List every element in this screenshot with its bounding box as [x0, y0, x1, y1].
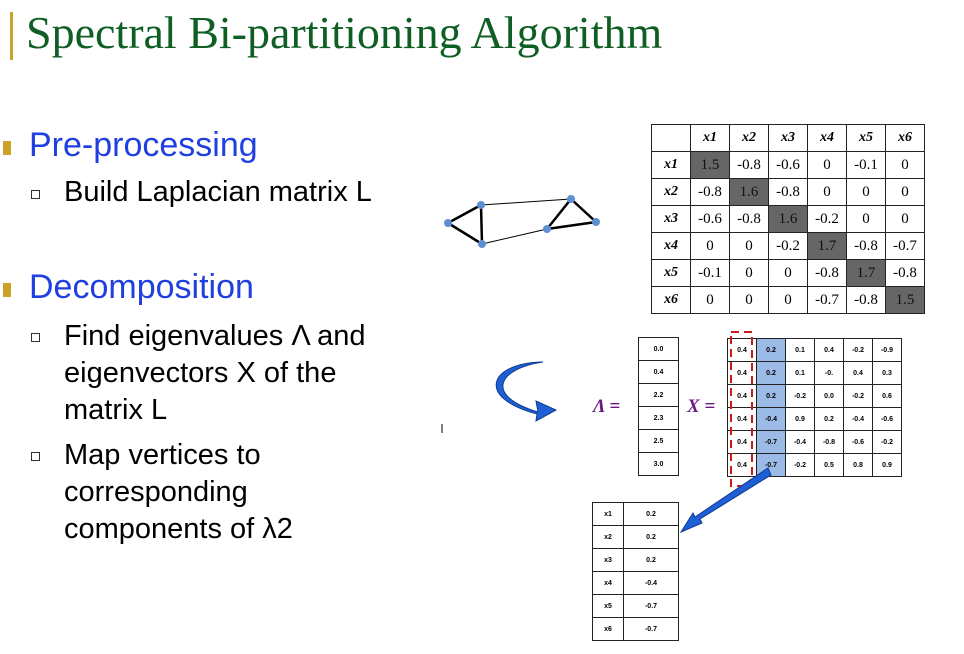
graph-edge [479, 204, 484, 245]
graph-vertex [478, 240, 486, 248]
graph-edge [480, 198, 572, 206]
graph-edge [447, 221, 483, 246]
first-eigenvector-highlight [730, 331, 753, 487]
graph-vertex [592, 218, 600, 226]
curved-arrow-icon [495, 361, 558, 422]
graph-vertex [444, 219, 452, 227]
graph-edge [570, 198, 597, 223]
graph-edge [447, 203, 482, 225]
graph-vertex [567, 195, 575, 203]
diagram-overlay [441, 195, 772, 534]
graph-diagram [444, 195, 600, 248]
graph-edge [546, 198, 572, 230]
graph-vertex [543, 225, 551, 233]
graph-edge [481, 228, 548, 245]
graph-vertex [477, 201, 485, 209]
mapping-arrow-icon [679, 467, 772, 534]
graph-edge [546, 220, 597, 231]
